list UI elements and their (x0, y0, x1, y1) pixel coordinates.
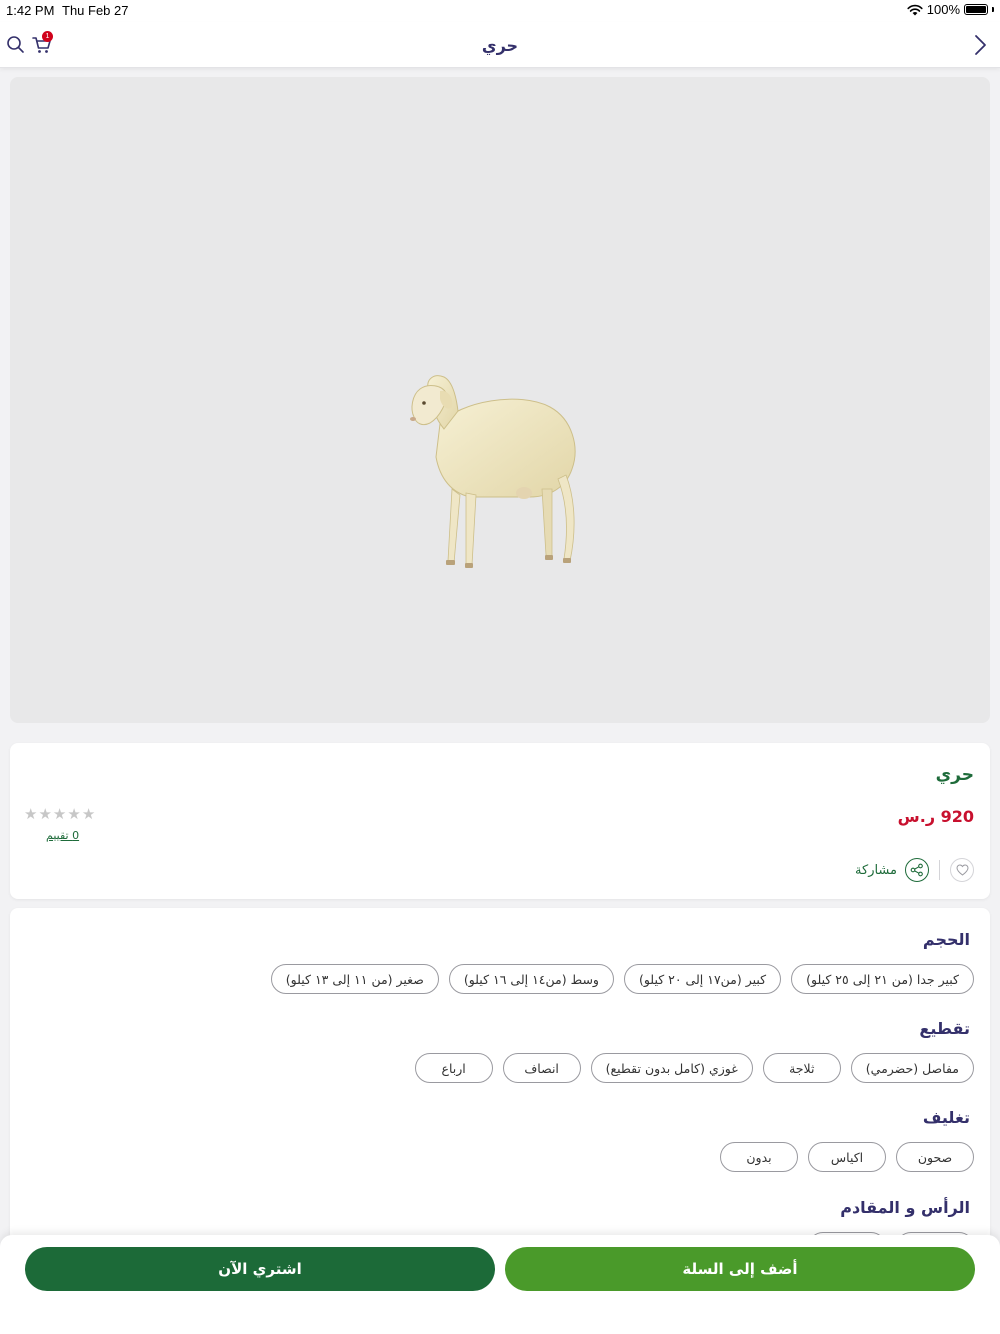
option-chip[interactable]: صغير (من ١١ إلى ١٣ كيلو) (270, 964, 439, 994)
star-icon: ★ (52, 805, 67, 823)
option-chip[interactable]: كبير (من١٧ إلى ٢٠ كيلو) (623, 964, 782, 994)
option-chip[interactable]: غوزي (كامل بدون تقطيع) (590, 1053, 753, 1083)
bottom-action-bar: أضف إلى السلة اشتري الآن (0, 1235, 1000, 1334)
nav-bar: 1 حري (0, 22, 1000, 68)
option-chip[interactable]: بدون (720, 1142, 798, 1172)
status-bar: 1:42 PM Thu Feb 27 100% (0, 0, 1000, 22)
battery-tip (992, 7, 994, 12)
product-name: حري (935, 765, 974, 785)
chevron-right-icon[interactable] (968, 33, 992, 57)
option-title-head-trotters: الرأس و المقادم (840, 1198, 970, 1217)
option-chip[interactable]: ثلاجة (762, 1053, 841, 1083)
share-label[interactable]: مشاركة (855, 863, 897, 878)
option-title-packaging: تغليف (922, 1108, 970, 1127)
status-date: Thu Feb 27 (62, 3, 129, 18)
star-icon: ★ (38, 805, 52, 823)
heart-icon (955, 864, 969, 876)
add-to-cart-button[interactable]: أضف إلى السلة (505, 1247, 975, 1291)
page-title: حري (481, 36, 519, 55)
rating-count-link[interactable]: 0 تقييم (46, 829, 79, 842)
option-chip[interactable]: كبير جدا (من ٢١ إلى ٢٥ كيلو) (791, 964, 974, 994)
option-chip[interactable]: اكياس (808, 1142, 886, 1172)
star-icon: ★ (24, 805, 38, 823)
product-image[interactable] (10, 77, 990, 723)
packaging-options: صحون اكياس بدون (720, 1142, 974, 1172)
share-button[interactable] (905, 858, 929, 882)
product-price: 920 ر.س (897, 807, 974, 826)
sheep-illustration (410, 375, 576, 568)
share-icon (910, 863, 923, 877)
option-chip[interactable]: انصاف (502, 1053, 581, 1083)
option-chip[interactable]: صحون (896, 1142, 974, 1172)
option-title-size: الحجم (922, 930, 970, 949)
status-time: 1:42 PM (6, 3, 55, 18)
rating-stars[interactable]: ★ ★ ★ ★ ★ (24, 807, 95, 822)
buy-now-button[interactable]: اشتري الآن (25, 1247, 495, 1291)
favorite-button[interactable] (950, 858, 974, 882)
option-chip[interactable]: مفاصل (حضرمي) (850, 1053, 974, 1083)
star-icon: ★ (67, 805, 81, 823)
battery-icon (964, 4, 988, 15)
option-chip[interactable]: وسط (من١٤ إلى ١٦ كيلو) (448, 964, 614, 994)
product-actions: مشاركة (855, 858, 974, 882)
star-icon: ★ (81, 805, 96, 823)
divider (939, 860, 940, 880)
wifi-icon (907, 4, 923, 15)
option-title-cutting: تقطيع (919, 1019, 970, 1038)
battery-percent: 100% (926, 2, 960, 17)
size-options: كبير جدا (من ٢١ إلى ٢٥ كيلو) كبير (من١٧ … (270, 964, 974, 994)
product-info-card: حري 920 ر.س ★ ★ ★ ★ ★ 0 تقييم مشاركة (10, 743, 990, 899)
option-chip[interactable]: ارباع (414, 1053, 493, 1083)
cutting-options: مفاصل (حضرمي) ثلاجة غوزي (كامل بدون تقطي… (414, 1053, 974, 1083)
status-indicators: 100% (907, 2, 994, 17)
product-page: 1:42 PM Thu Feb 27 100% 1 حري حري 920 ر.… (0, 0, 1000, 1334)
